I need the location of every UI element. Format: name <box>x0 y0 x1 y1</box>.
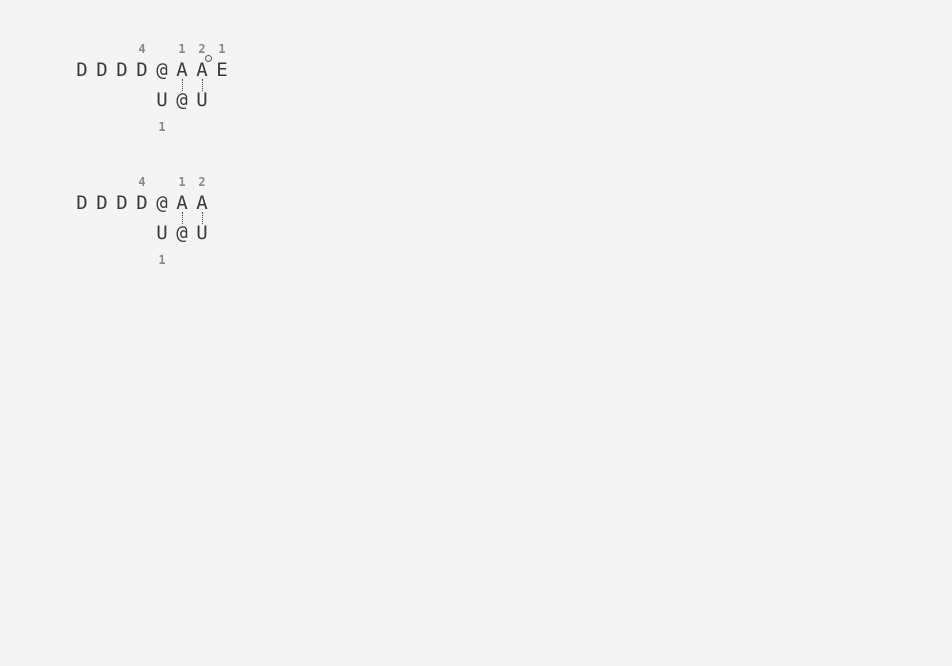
ring-marker-icon <box>205 55 212 62</box>
alignment-link <box>202 212 203 224</box>
top-row-char: D <box>136 59 148 81</box>
alignment-link <box>182 79 183 91</box>
top-number: 1 <box>218 42 226 56</box>
bottom-row-char: U <box>156 222 168 244</box>
top-row-char: @ <box>156 59 168 81</box>
alignment-diagram-2: 4 1 2 D D D D @ A A U @ U 1 <box>0 133 952 266</box>
bottom-row-char: @ <box>176 89 188 111</box>
alignment-diagram-1: 4 1 2 1 D D D D @ A A E U @ U 1 <box>0 0 952 133</box>
top-row-char: D <box>76 59 88 81</box>
alignment-link <box>182 212 183 224</box>
alignment-link <box>202 79 203 91</box>
top-row-char: D <box>116 59 128 81</box>
top-number: 4 <box>138 175 146 189</box>
top-number: 4 <box>138 42 146 56</box>
top-row-char: @ <box>156 192 168 214</box>
top-row-char: D <box>136 192 148 214</box>
top-number: 1 <box>178 175 186 189</box>
bottom-number: 1 <box>158 253 166 267</box>
top-row-char: D <box>76 192 88 214</box>
bottom-row-char: @ <box>176 222 188 244</box>
top-row-char: D <box>96 59 108 81</box>
top-row-char: D <box>116 192 128 214</box>
top-row-char: E <box>216 59 228 81</box>
top-number: 1 <box>178 42 186 56</box>
bottom-row-char: U <box>196 222 208 244</box>
bottom-row-char: U <box>196 89 208 111</box>
top-number: 2 <box>198 175 206 189</box>
top-row-char: D <box>96 192 108 214</box>
bottom-row-char: U <box>156 89 168 111</box>
